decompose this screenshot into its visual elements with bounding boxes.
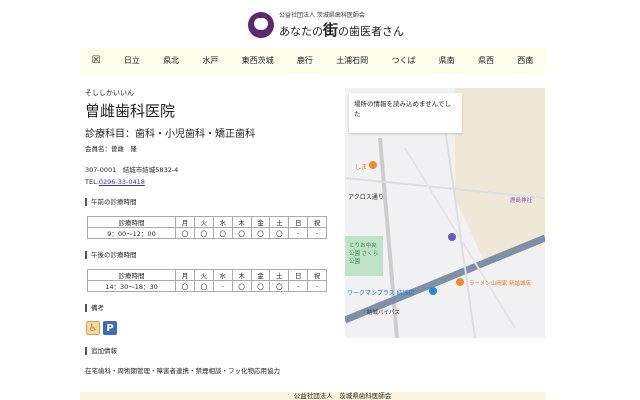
site-footer: 公益社団法人 茨城県歯科医師会 xyxy=(80,392,545,400)
region-nav: ☒ 日立 県北 水戸 東西茨城 鹿行 土浦石岡 つくば 県南 県西 西南 xyxy=(80,48,545,73)
day-cell: 土 xyxy=(269,216,290,228)
day-cell: 火 xyxy=(193,216,214,228)
hours-cell: 14：30〜18：30 xyxy=(87,280,176,292)
day-cell: 金 xyxy=(250,216,271,228)
day-cell: 火 xyxy=(193,269,214,281)
map-label: ラーメン山岡家 新結城店 xyxy=(469,281,532,287)
address: 307-0001 結城市結城5832-4 xyxy=(85,166,179,174)
day-cell: 月 xyxy=(175,269,195,281)
phone: TEL:0296-33-0418 xyxy=(85,178,145,186)
logo-mark-icon xyxy=(248,12,274,38)
day-cell: 水 xyxy=(212,269,233,281)
map-label: 結城バイパス xyxy=(367,310,400,316)
day-cell: - xyxy=(307,227,327,239)
day-cell: 〇 xyxy=(175,227,195,239)
map-error-message: 場所の情報を読み込めませんでした xyxy=(349,93,462,133)
nav-item[interactable]: 土浦石岡 xyxy=(336,55,368,66)
remarks-heading: 備考 xyxy=(85,304,340,312)
nav-item[interactable]: 県西 xyxy=(478,55,494,66)
nav-item[interactable]: 日立 xyxy=(124,55,140,66)
day-cell: 〇 xyxy=(212,227,233,239)
day-cell: 木 xyxy=(231,216,252,228)
site-header: 公益社団法人 茨城県歯科医師会 あなたの街の歯医者さん xyxy=(0,0,640,46)
day-cell: 金 xyxy=(250,269,271,281)
org-name: 公益社団法人 茨城県歯科医師会 xyxy=(279,12,365,19)
afternoon-heading: 午後の診療時間 xyxy=(85,251,340,259)
day-cell: 日 xyxy=(288,216,309,228)
day-cell: - xyxy=(288,280,309,292)
day-cell: 〇 xyxy=(193,227,214,239)
day-cell: 水 xyxy=(212,216,233,228)
clinic-kana: そししかいいん xyxy=(85,89,134,97)
day-cell: 〇 xyxy=(231,227,252,239)
day-cell: 土 xyxy=(269,269,290,281)
day-cell: 〇 xyxy=(193,280,214,292)
nav-item[interactable]: 西南 xyxy=(517,55,533,66)
wheelchair-icon: ♿ xyxy=(86,321,100,335)
map[interactable]: 場所の情報を読み込めませんでした しま アクロス通り 鹿島神社 とりお中央公園 … xyxy=(345,88,545,338)
day-cell: - xyxy=(212,280,233,292)
day-cell: 祝 xyxy=(307,216,327,228)
extra-info: 在宅歯科・周術期管理・障害者連携・禁煙相談・フッ化物応用協力 xyxy=(85,367,280,375)
hours-cell: 診療時間 xyxy=(87,216,176,228)
day-cell: 〇 xyxy=(231,280,252,292)
map-label: ワークマンプラス 結城店 xyxy=(347,290,415,297)
nav-item[interactable]: 東西茨城 xyxy=(242,55,274,66)
day-cell: 木 xyxy=(231,269,252,281)
afternoon-hours-table: 診療時間月火水木金土日祝 14：30〜18：30 〇〇 - 〇〇〇 - - xyxy=(87,269,327,292)
tagline: あなたの街の歯医者さん xyxy=(279,21,405,39)
map-label: アクロス通り xyxy=(348,194,384,201)
day-cell: 祝 xyxy=(307,269,327,281)
clinic-name: 曽雌歯科医院 xyxy=(85,102,176,120)
hours-cell: 9：00〜12：00 xyxy=(87,227,176,239)
morning-heading: 午前の診療時間 xyxy=(85,198,340,206)
morning-hours-table: 診療時間月火水木金土日祝 9：00〜12：00 〇〇〇〇〇〇 - - xyxy=(87,216,327,239)
map-label: しま xyxy=(355,164,368,171)
broken-image-icon[interactable]: ☒ xyxy=(92,55,101,66)
departments: 診療科目：歯科・小児歯科・矯正歯科 xyxy=(85,129,255,140)
day-cell: 月 xyxy=(175,216,195,228)
map-label: とりお中央公園 さくら公園 xyxy=(349,243,379,265)
clinic-info: そししかいいん 曽雌歯科医院 診療科目：歯科・小児歯科・矯正歯科 会員名：曽雌 … xyxy=(85,88,340,375)
phone-link[interactable]: 0296-33-0418 xyxy=(99,178,145,186)
member-name: 会員名：曽雌 隆 xyxy=(85,145,137,153)
day-cell: 〇 xyxy=(250,227,271,239)
day-cell: 〇 xyxy=(269,227,290,239)
hours-cell: 診療時間 xyxy=(87,269,176,281)
extra-heading: 追加情報 xyxy=(85,347,340,355)
nav-item[interactable]: つくば xyxy=(391,55,415,66)
day-cell: - xyxy=(288,227,309,239)
nav-item[interactable]: 県南 xyxy=(439,55,455,66)
day-cell: - xyxy=(307,280,327,292)
nav-item[interactable]: 県北 xyxy=(163,55,179,66)
map-label: 鹿島神社 xyxy=(510,198,533,204)
nav-item[interactable]: 水戸 xyxy=(202,55,218,66)
day-cell: 日 xyxy=(288,269,309,281)
day-cell: 〇 xyxy=(250,280,271,292)
parking-icon: P xyxy=(103,321,117,335)
nav-item[interactable]: 鹿行 xyxy=(297,55,313,66)
day-cell: 〇 xyxy=(269,280,290,292)
site-logo[interactable]: 公益社団法人 茨城県歯科医師会 あなたの街の歯医者さん xyxy=(248,10,404,40)
day-cell: 〇 xyxy=(175,280,195,292)
